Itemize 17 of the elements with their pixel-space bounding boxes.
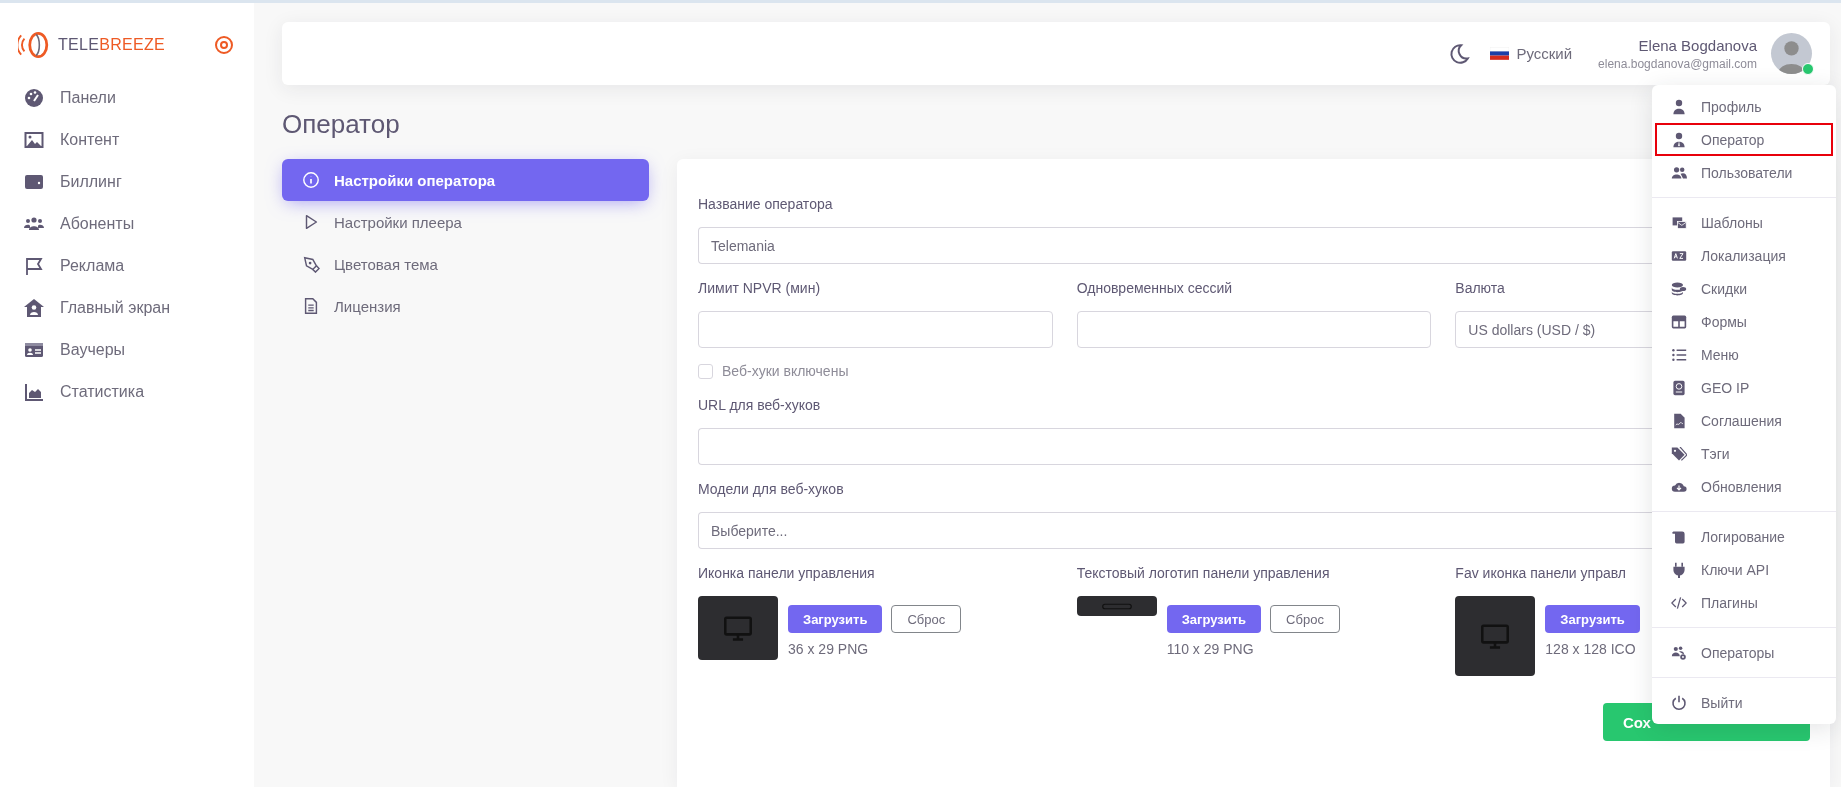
page-title: Оператор bbox=[282, 109, 400, 140]
image-size-text: 128 x 128 ICO bbox=[1545, 641, 1637, 657]
user-email: elena.bogdanova@gmail.com bbox=[1598, 56, 1757, 71]
field-label: Текстовый логотип панели управления bbox=[1076, 565, 1330, 581]
field-label: Иконка панели управления bbox=[698, 565, 875, 581]
field-label: Название оператора bbox=[698, 196, 833, 212]
field-label: Одновременных сессий bbox=[1076, 280, 1233, 296]
field-label: Fav иконка панели управл bbox=[1455, 565, 1627, 581]
user-name: Elena Bogdanova bbox=[1637, 36, 1757, 54]
checkbox-label: Веб-хуки включены bbox=[722, 363, 849, 379]
field-label: Валюта bbox=[1455, 280, 1505, 296]
image-size-text: 110 x 29 PNG bbox=[1166, 641, 1255, 657]
brand-name: TELEBREEZE bbox=[58, 36, 166, 54]
field-label: Лимит NPVR (мин) bbox=[698, 280, 821, 296]
image-size-text: 36 x 29 PNG bbox=[788, 641, 870, 657]
field-label: Модели для веб-хуков bbox=[698, 481, 844, 497]
field-label: URL для веб-хуков bbox=[698, 397, 821, 413]
